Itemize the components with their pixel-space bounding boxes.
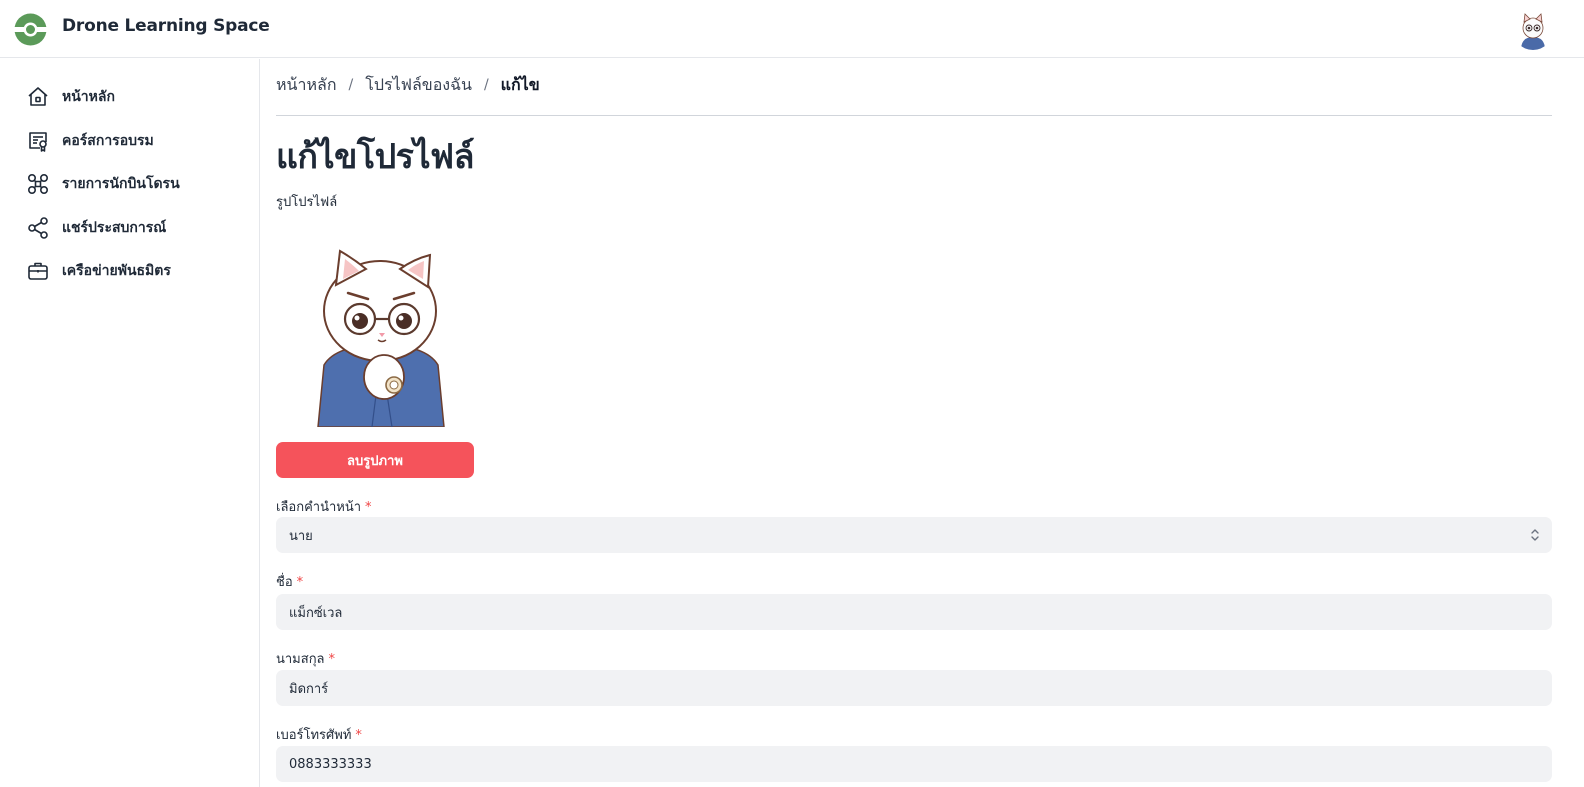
sidebar-item-home[interactable]: หน้าหลัก (26, 83, 246, 111)
required-mark: * (296, 575, 304, 590)
prefix-select-value: นาย (289, 528, 313, 544)
breadcrumb-home-link[interactable]: หน้าหลัก (276, 73, 337, 98)
breadcrumb-separator: / (348, 77, 354, 93)
sidebar-item-courses[interactable]: คอร์สการอบรม (26, 127, 246, 155)
phone-label-text: เบอร์โทรศัพท์ (276, 728, 352, 743)
sidebar-item-share-experience[interactable]: แชร์ประสบการณ์ (26, 214, 246, 242)
breadcrumb-separator: / (483, 77, 489, 93)
profile-image-label: รูปโปรไฟล์ (276, 195, 338, 210)
breadcrumb: หน้าหลัก / โปรไฟล์ของฉัน / แก้ไข (276, 73, 540, 97)
last-name-input[interactable]: มิดการ์ (276, 670, 1552, 706)
sidebar-item-label: หน้าหลัก (62, 89, 115, 105)
drone-icon (27, 173, 49, 195)
drone-eye-logo[interactable] (14, 13, 47, 46)
sidebar-item-label: เครือข่ายพันธมิตร (62, 263, 171, 279)
delete-image-button[interactable]: ลบรูปภาพ (276, 442, 474, 478)
phone-label: เบอร์โทรศัพท์ * (276, 724, 362, 745)
home-icon (28, 87, 48, 106)
first-name-label-text: ชื่อ (276, 575, 293, 590)
share-icon (28, 217, 48, 239)
last-name-label-text: นามสกุล (276, 652, 325, 667)
prefix-label: เลือกคำนำหน้า * (276, 496, 372, 517)
briefcase-icon (28, 262, 48, 280)
sidebar-item-label: แชร์ประสบการณ์ (62, 220, 167, 236)
required-mark: * (328, 652, 336, 667)
sidebar-item-drone-pilots[interactable]: รายการนักบินโดรน (26, 170, 246, 198)
phone-value: 0883333333 (289, 756, 372, 772)
prefix-label-text: เลือกคำนำหน้า (276, 500, 362, 515)
first-name-value: แม็กซ์เวล (289, 605, 343, 621)
sidebar-item-label: คอร์สการอบรม (62, 133, 154, 149)
chevron-up-down-icon (1531, 529, 1539, 541)
top-bar: Drone Learning Space (0, 0, 1584, 58)
last-name-label: นามสกุล * (276, 648, 335, 669)
breadcrumb-current: แก้ไข (500, 74, 540, 94)
last-name-value: มิดการ์ (289, 681, 329, 697)
phone-input[interactable]: 0883333333 (276, 746, 1552, 782)
first-name-input[interactable]: แม็กซ์เวล (276, 594, 1552, 630)
certificate-icon (29, 132, 47, 152)
required-mark: * (355, 728, 362, 743)
page-title: แก้ไขโปรไฟล์ (276, 137, 474, 177)
breadcrumb-profile-link[interactable]: โปรไฟล์ของฉัน (365, 73, 472, 98)
avatar[interactable] (1513, 10, 1553, 50)
sidebar-item-label: รายการนักบินโดรน (62, 176, 180, 192)
prefix-select[interactable]: นาย (276, 517, 1552, 553)
sidebar-item-partner-network[interactable]: เครือข่ายพันธมิตร (26, 257, 246, 285)
sidebar: หน้าหลัก คอร์สการอบรม รายการนักบินโดรน แ… (0, 59, 260, 787)
divider (276, 115, 1552, 116)
cat-avatar-icon (1513, 10, 1553, 50)
required-mark: * (365, 500, 372, 515)
first-name-label: ชื่อ * (276, 571, 303, 592)
profile-image[interactable] (296, 245, 466, 427)
app-title[interactable]: Drone Learning Space (62, 16, 270, 36)
